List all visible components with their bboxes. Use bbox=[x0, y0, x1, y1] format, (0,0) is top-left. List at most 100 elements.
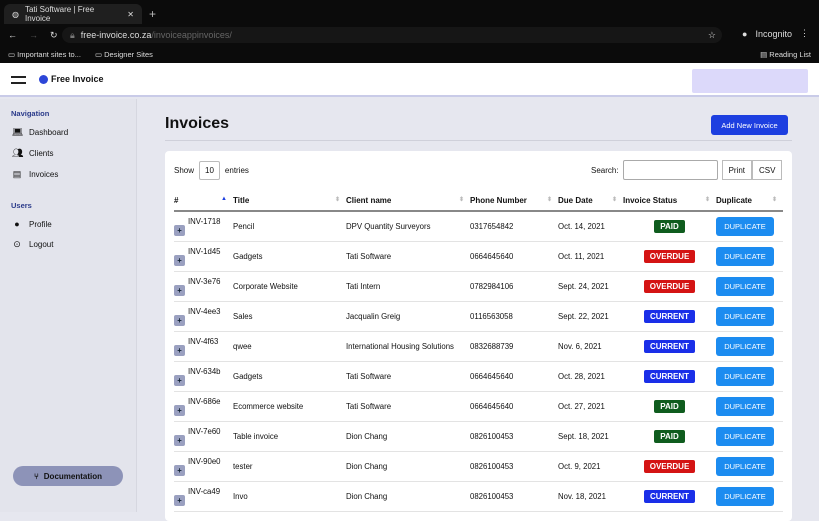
add-invoice-button[interactable]: Add New Invoice bbox=[711, 115, 788, 135]
duplicate-button[interactable]: DUPLICATE bbox=[716, 396, 774, 416]
client-name: DPV Quantity Surveyors bbox=[346, 211, 470, 242]
expand-row-icon[interactable]: + bbox=[174, 404, 185, 416]
hamburger-menu-icon[interactable] bbox=[11, 76, 26, 84]
invoice-id[interactable]: INV-1d45 bbox=[188, 247, 221, 256]
new-tab-icon[interactable]: + bbox=[149, 7, 156, 21]
document-icon: ▤ bbox=[12, 169, 22, 179]
header-user-area[interactable] bbox=[692, 69, 808, 93]
expand-row-icon[interactable]: + bbox=[174, 494, 185, 506]
logo-icon bbox=[39, 74, 48, 84]
invoice-id[interactable]: INV-3e76 bbox=[188, 277, 221, 286]
invoice-id[interactable]: INV-7e60 bbox=[188, 427, 221, 436]
status-badge: CURRENT bbox=[643, 339, 696, 353]
profile-label[interactable]: Incognito bbox=[755, 29, 792, 39]
logo[interactable]: Free Invoice bbox=[39, 74, 104, 84]
sort-icon: ⬍ bbox=[334, 197, 340, 203]
client-name: Tati Software bbox=[346, 241, 470, 272]
column-header[interactable]: Client name ⬍ bbox=[346, 191, 470, 212]
invoice-title: Ecommerce website bbox=[233, 391, 346, 422]
entries-select[interactable]: 10 bbox=[199, 161, 220, 180]
column-header[interactable]: Duplicate ⬍ bbox=[716, 191, 783, 212]
column-header[interactable]: Invoice Status ⬍ bbox=[623, 191, 716, 212]
duplicate-button[interactable]: DUPLICATE bbox=[716, 216, 774, 236]
documentation-button[interactable]: ⑂ Documentation bbox=[13, 466, 123, 486]
expand-row-icon[interactable]: + bbox=[174, 344, 185, 356]
expand-row-icon[interactable]: + bbox=[174, 464, 185, 476]
expand-row-icon[interactable]: + bbox=[174, 224, 185, 236]
due-date: Sept. 18, 2021 bbox=[558, 421, 623, 452]
status-badge: PAID bbox=[654, 399, 685, 413]
back-icon[interactable]: ← bbox=[8, 30, 17, 40]
bookmark-label: Designer Sites bbox=[104, 50, 153, 59]
search-input[interactable] bbox=[622, 160, 718, 180]
sidebar-item-invoices[interactable]: ▤ Invoices bbox=[0, 164, 136, 185]
sidebar-item-dashboard[interactable]: 💻︎ Dashboard bbox=[0, 122, 136, 143]
status-badge: OVERDUE bbox=[643, 249, 696, 263]
due-date: Sept. 24, 2021 bbox=[558, 271, 623, 302]
phone-number: 0832688739 bbox=[470, 331, 558, 362]
csv-button[interactable]: CSV bbox=[752, 160, 783, 180]
invoice-id[interactable]: INV-634b bbox=[188, 367, 221, 376]
star-icon[interactable]: ☆ bbox=[708, 30, 716, 41]
duplicate-button[interactable]: DUPLICATE bbox=[716, 336, 774, 356]
invoice-id[interactable]: INV-ca49 bbox=[188, 487, 220, 496]
invoice-id[interactable]: INV-4ee3 bbox=[188, 307, 221, 316]
expand-row-icon[interactable]: + bbox=[174, 314, 185, 326]
sort-icon: ▲ bbox=[221, 196, 227, 202]
duplicate-button[interactable]: DUPLICATE bbox=[716, 486, 774, 506]
column-header[interactable]: Title ⬍ bbox=[233, 191, 346, 212]
status-badge: OVERDUE bbox=[643, 459, 696, 473]
sort-icon: ⬍ bbox=[704, 197, 710, 203]
sidebar-item-logout[interactable]: ⊙ Logout bbox=[0, 234, 136, 255]
show-label: Show bbox=[174, 166, 195, 175]
duplicate-button[interactable]: DUPLICATE bbox=[716, 246, 774, 266]
users-icon: 👥︎ bbox=[12, 148, 24, 158]
phone-number: 0826100453 bbox=[470, 481, 558, 512]
reload-icon[interactable]: ↻ bbox=[50, 30, 58, 41]
table-row: +INV-3e76 Corporate Website Tati Intern … bbox=[174, 271, 783, 302]
column-header[interactable]: # ▲ bbox=[174, 191, 233, 212]
expand-row-icon[interactable]: + bbox=[174, 374, 185, 386]
duplicate-button[interactable]: DUPLICATE bbox=[716, 456, 774, 476]
due-date: Oct. 9, 2021 bbox=[558, 451, 623, 482]
duplicate-button[interactable]: DUPLICATE bbox=[716, 306, 774, 326]
browser-tab[interactable]: ◍ Tati Software | Free Invoice ✕ bbox=[4, 4, 142, 24]
close-tab-icon[interactable]: ✕ bbox=[127, 10, 134, 19]
invoice-id[interactable]: INV-4f63 bbox=[188, 337, 218, 346]
forward-icon[interactable]: → bbox=[29, 30, 38, 40]
sidebar-item-clients[interactable]: 👥︎ Clients bbox=[0, 143, 136, 164]
invoice-id[interactable]: INV-1718 bbox=[188, 217, 221, 226]
due-date: Oct. 11, 2021 bbox=[558, 241, 623, 272]
status-badge: PAID bbox=[654, 219, 685, 233]
menu-icon[interactable]: ⋮ bbox=[800, 28, 809, 39]
duplicate-button[interactable]: DUPLICATE bbox=[716, 276, 774, 296]
page-title: Invoices bbox=[165, 115, 230, 132]
sidebar-item-profile[interactable]: ● Profile bbox=[0, 214, 136, 234]
column-header[interactable]: Phone Number ⬍ bbox=[470, 191, 558, 212]
documentation-label: Documentation bbox=[43, 471, 103, 481]
bookmark-folder[interactable]: ▭ Designer Sites bbox=[95, 50, 153, 59]
invoice-table: # ▲ Title ⬍ Client name ⬍ Phone Number ⬍ Due Dat… bbox=[174, 191, 783, 512]
reading-list[interactable]: ▤ Reading List bbox=[760, 50, 811, 59]
address-bar[interactable]: 🔒︎ free-invoice.co.za/invoiceappinvoices/… bbox=[62, 27, 722, 43]
column-label: Invoice Status bbox=[623, 196, 678, 205]
phone-number: 0664645640 bbox=[470, 241, 558, 272]
print-button[interactable]: Print bbox=[721, 160, 753, 180]
duplicate-button[interactable]: DUPLICATE bbox=[716, 426, 774, 446]
incognito-icon: ● bbox=[742, 28, 748, 39]
logo-text: Free Invoice bbox=[51, 74, 104, 84]
invoice-id[interactable]: INV-90e0 bbox=[188, 457, 221, 466]
column-header[interactable]: Due Date ⬍ bbox=[558, 191, 623, 212]
invoice-title: qwee bbox=[233, 331, 346, 362]
duplicate-button[interactable]: DUPLICATE bbox=[716, 366, 774, 386]
bookmark-label: Important sites to... bbox=[17, 50, 81, 59]
expand-row-icon[interactable]: + bbox=[174, 284, 185, 296]
client-name: Tati Software bbox=[346, 361, 470, 392]
bookmark-folder[interactable]: ▭ Important sites to... bbox=[8, 50, 81, 59]
toggle-icon: ⊙ bbox=[13, 239, 21, 249]
expand-row-icon[interactable]: + bbox=[174, 434, 185, 446]
table-row: +INV-4ee3 Sales Jacqualin Greig 01165630… bbox=[174, 301, 783, 332]
invoice-title: Table invoice bbox=[233, 421, 346, 452]
invoice-id[interactable]: INV-686e bbox=[188, 397, 221, 406]
expand-row-icon[interactable]: + bbox=[174, 254, 185, 266]
